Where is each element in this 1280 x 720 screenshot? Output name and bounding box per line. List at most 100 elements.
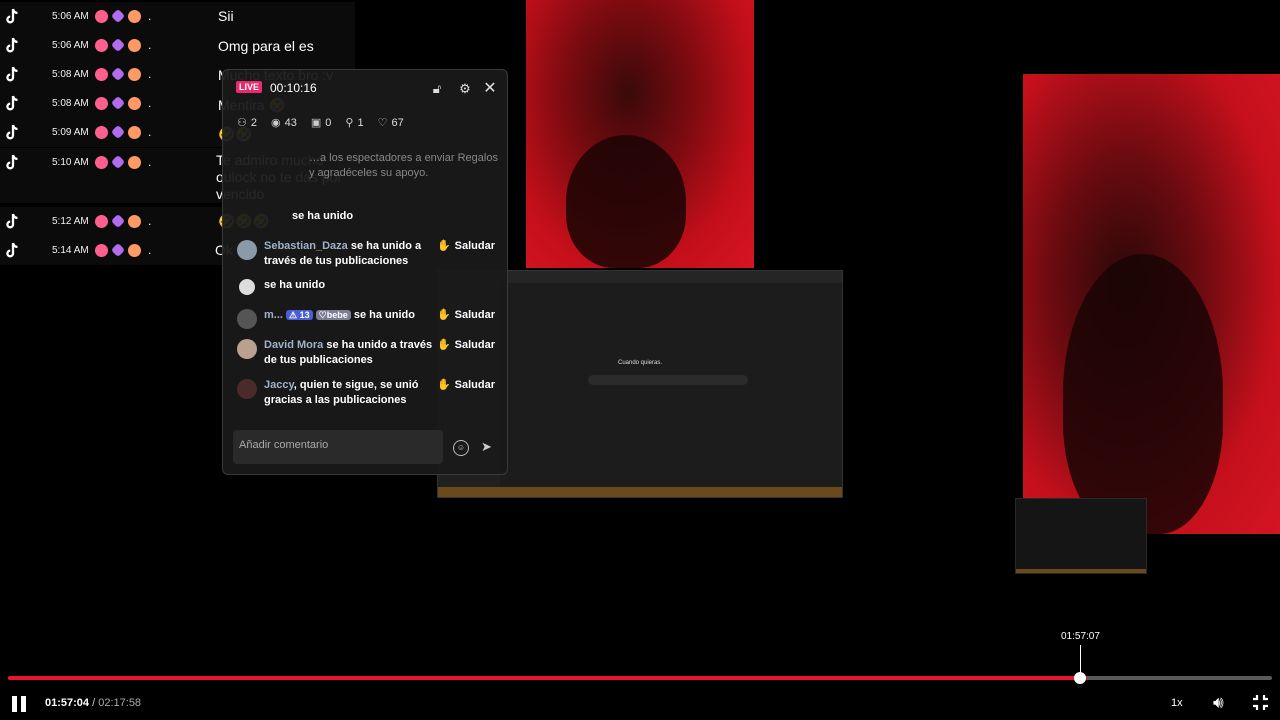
comment-input[interactable]: Añadir comentario — [233, 430, 443, 464]
pause-icon — [12, 696, 17, 712]
diamond-badge-icon — [110, 154, 126, 170]
close-icon[interactable]: ✕ — [483, 81, 497, 97]
greet-button[interactable]: ✋ Saludar — [437, 338, 495, 353]
chat-time: 5:06 AM — [52, 11, 89, 22]
chat-time: 5:09 AM — [52, 127, 89, 138]
greet-button[interactable]: ✋ Saludar — [437, 308, 495, 323]
playback-speed-button[interactable]: 1x — [1171, 697, 1183, 709]
progress-fill — [8, 676, 1088, 680]
chat-time: 5:12 AM — [52, 216, 89, 227]
separator-dot: . — [148, 9, 152, 23]
send-icon[interactable]: ➤ — [481, 439, 492, 455]
tiktok-icon — [6, 124, 18, 140]
lock-icon[interactable]: 🔓︎ — [430, 82, 444, 96]
diamond-badge-icon — [110, 242, 126, 258]
tiktok-icon — [6, 154, 18, 170]
webcam-right — [1023, 74, 1280, 534]
stat-likes: ♡ 67 — [377, 116, 404, 130]
wave-icon: ✋ — [436, 309, 451, 321]
gift-icon: ▣ — [310, 117, 322, 129]
user-name[interactable]: Sebastian_Daza — [264, 240, 348, 252]
time-display: 01:57:04 / 02:17:58 — [45, 697, 142, 709]
progress-thumb[interactable] — [1074, 672, 1086, 684]
avatar — [237, 240, 257, 260]
user-badges: . — [95, 66, 151, 82]
diamond-badge-icon — [110, 8, 126, 24]
separator-dot: . — [148, 96, 152, 110]
user-name[interactable]: m... — [264, 309, 283, 321]
taskbar — [1016, 569, 1146, 573]
avatar — [237, 379, 257, 399]
audio-waveform — [588, 375, 748, 385]
level-badge-icon — [95, 67, 108, 81]
level-badge-icon — [95, 214, 108, 228]
emoji-icon[interactable]: ☺ — [453, 440, 469, 456]
user-name[interactable]: David Mora — [264, 339, 323, 351]
fan-badge: ♡bebe — [315, 310, 351, 320]
tiktok-icon — [6, 95, 18, 111]
level-badge: ⚠ 13 — [286, 310, 313, 320]
greet-button[interactable]: ✋ Saludar — [437, 239, 495, 254]
tiktok-icon — [6, 37, 18, 53]
user-badges: . — [95, 37, 152, 53]
separator-dot: . — [148, 38, 152, 52]
user-badges: . — [95, 154, 152, 170]
wave-icon: ✋ — [436, 339, 451, 351]
diamond-badge-icon — [110, 66, 126, 82]
chat-row: 5:06 AM. — [0, 2, 355, 31]
user-badges: . — [95, 95, 152, 111]
fan-badge-icon — [128, 96, 141, 110]
tiktok-icon — [6, 66, 18, 82]
webcam-top — [526, 0, 754, 268]
separator-dot: . — [148, 214, 152, 228]
event-text: se ha unido — [292, 210, 354, 222]
level-badge-icon — [95, 9, 108, 23]
fan-badge-icon — [128, 214, 141, 228]
pause-icon — [21, 696, 26, 712]
hover-time-tooltip: 01:57:07 — [1061, 631, 1100, 642]
chat-time: 5:08 AM — [52, 98, 89, 109]
user-badges: . — [95, 124, 151, 140]
chat-time: 5:08 AM — [52, 69, 89, 80]
chat-time: 5:14 AM — [52, 245, 89, 256]
stat-followers: ⚲ 1 — [345, 116, 364, 130]
wave-icon: ✋ — [436, 379, 451, 391]
tiktok-icon — [6, 242, 18, 258]
chat-time: 5:10 AM — [52, 157, 89, 168]
person-silhouette — [1063, 254, 1223, 534]
exit-fullscreen-icon[interactable] — [1252, 694, 1269, 711]
live-panel: LIVE 00:10:16 🔓︎ ⚙ ✕ ⚇ 2 ◉ 43 ▣ 0 ⚲ 1 ♡ 67 …a… — [222, 69, 508, 475]
user-name[interactable]: Jaccy — [264, 379, 294, 391]
tiktok-icon — [6, 213, 18, 229]
separator-dot: . — [148, 155, 152, 169]
gear-icon[interactable]: ⚙ — [458, 82, 472, 96]
greet-button[interactable]: ✋ Saludar — [437, 378, 495, 393]
stat-participants: ⚇ 2 — [237, 116, 257, 130]
chat-message: Omg para el es — [218, 38, 314, 54]
diamond-badge-icon — [110, 95, 126, 111]
diamond-badge-icon — [110, 37, 126, 53]
live-stats: ⚇ 2 ◉ 43 ▣ 0 ⚲ 1 ♡ 67 — [237, 116, 404, 130]
fan-badge-icon — [128, 125, 141, 139]
fan-badge-icon — [128, 155, 141, 169]
avatar — [237, 309, 257, 329]
level-badge-icon — [95, 38, 108, 52]
pause-button[interactable] — [10, 695, 28, 713]
fan-badge-icon — [128, 9, 141, 23]
separator-dot: . — [148, 243, 152, 257]
taskbar — [438, 487, 842, 497]
volume-icon[interactable]: 🔊︎ — [1213, 693, 1224, 713]
tiktok-icon — [6, 8, 18, 24]
fan-badge-icon — [128, 38, 141, 52]
diamond-badge-icon — [110, 124, 126, 140]
diamond-badge-icon — [110, 213, 126, 229]
stat-viewers: ◉ 43 — [271, 116, 297, 130]
heart-icon: ♡ — [377, 117, 388, 129]
live-hint: …a los espectadores a enviar Regalos y a… — [309, 152, 498, 179]
avatar — [237, 339, 257, 359]
fan-badge-icon — [128, 67, 141, 81]
stat-gifts: ▣ 0 — [310, 116, 332, 130]
level-badge-icon — [95, 96, 108, 110]
person-silhouette — [566, 135, 686, 268]
wave-icon: ✋ — [436, 240, 451, 252]
